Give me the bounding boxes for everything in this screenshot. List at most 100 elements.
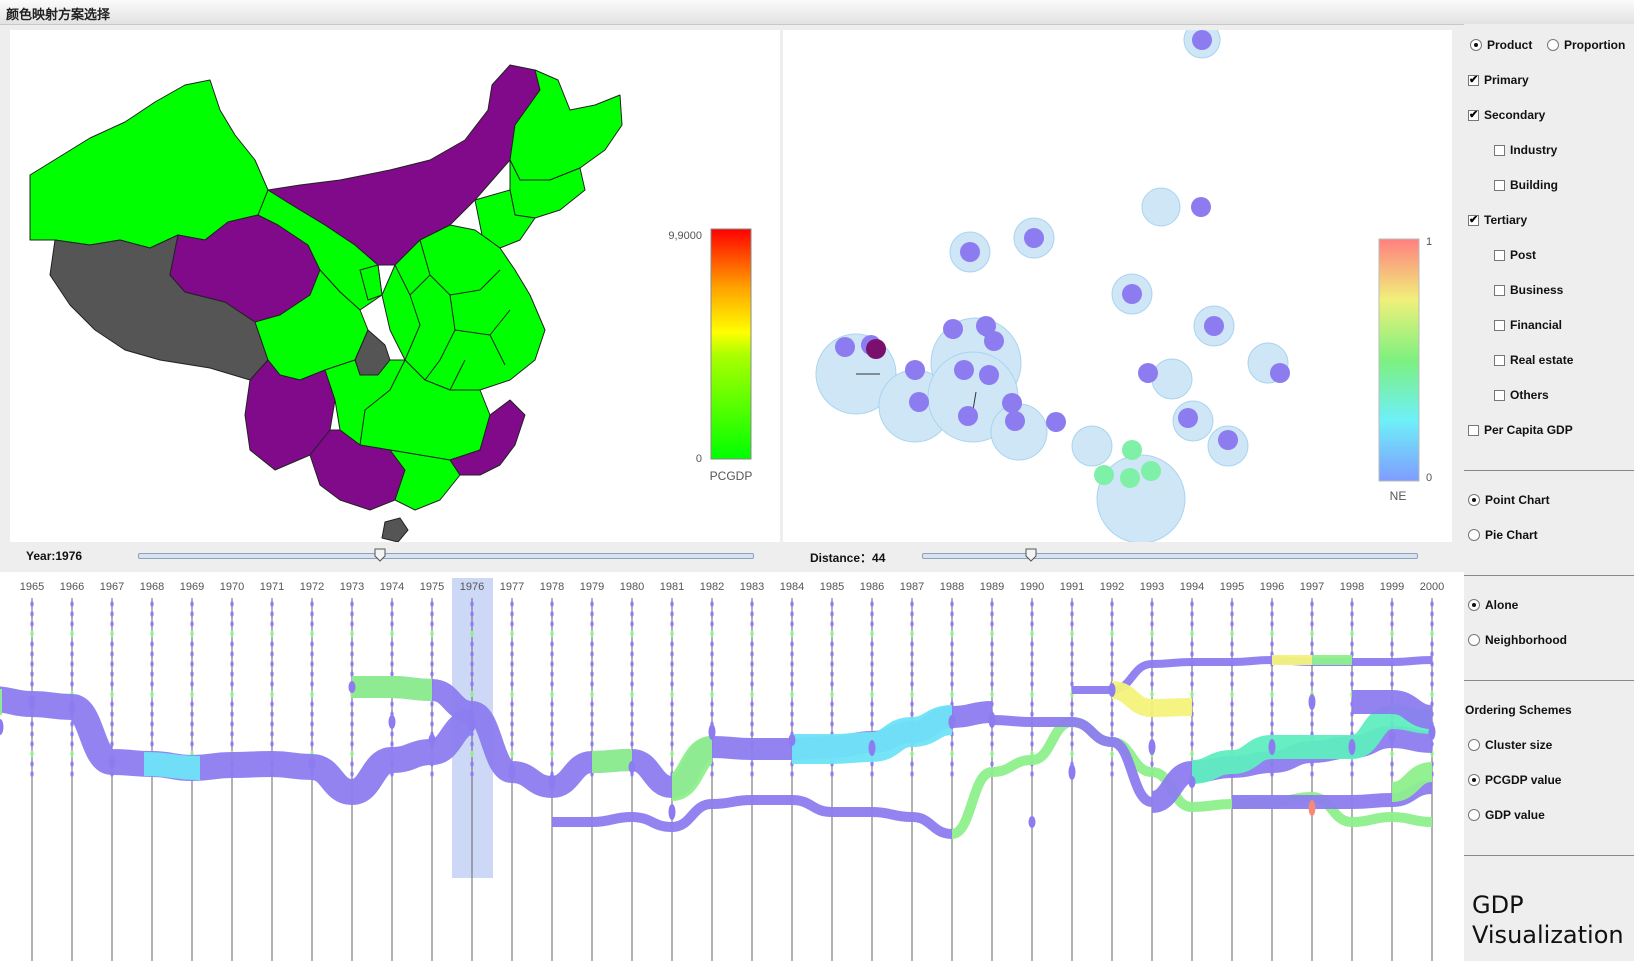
checkbox-business[interactable]: Business	[1494, 283, 1563, 297]
checkbox-per-capita-gdp-box[interactable]	[1468, 424, 1479, 436]
china-map[interactable]: 9,9000 0 PCGDP	[10, 30, 780, 543]
checkbox-post-box[interactable]	[1494, 249, 1505, 261]
cluster-node[interactable]	[308, 758, 316, 770]
cluster-node[interactable]	[1028, 816, 1036, 828]
year-tick-label[interactable]: 1989	[980, 581, 1004, 593]
cluster-point[interactable]	[1005, 411, 1025, 431]
radio-pie-chart[interactable]: Pie Chart	[1468, 528, 1538, 542]
cluster-point[interactable]	[1138, 363, 1158, 383]
year-tick-label[interactable]: 2000	[1420, 581, 1444, 593]
radio-product-indicator[interactable]	[1470, 39, 1482, 51]
checkbox-tertiary-box[interactable]	[1468, 213, 1479, 226]
storyline-band[interactable]	[143, 752, 201, 780]
cluster-node[interactable]	[428, 734, 436, 746]
cluster-point[interactable]	[954, 360, 974, 380]
year-slider-thumb[interactable]	[374, 548, 386, 562]
year-tick-label[interactable]: 1981	[660, 581, 684, 593]
cluster-node[interactable]	[868, 740, 876, 756]
cluster-node[interactable]	[1148, 739, 1156, 755]
storyline-band[interactable]	[669, 736, 715, 801]
cluster-node[interactable]	[348, 681, 356, 693]
radio-point-chart-indicator[interactable]	[1468, 494, 1480, 506]
year-tick-label[interactable]: 1995	[1220, 581, 1244, 593]
year-tick-label[interactable]: 1969	[180, 581, 204, 593]
checkbox-building-box[interactable]	[1494, 179, 1505, 191]
year-tick-label[interactable]: 1972	[300, 581, 324, 593]
cluster-node[interactable]	[1348, 739, 1356, 755]
checkbox-business-box[interactable]	[1494, 284, 1505, 296]
cluster-point[interactable]	[1141, 461, 1161, 481]
cluster-point[interactable]	[1270, 363, 1290, 383]
year-tick-label[interactable]: 1974	[380, 581, 404, 593]
year-tick-label[interactable]: 1990	[1020, 581, 1044, 593]
radio-neighborhood-indicator[interactable]	[1468, 634, 1480, 646]
cluster-point[interactable]	[1120, 468, 1140, 488]
checkbox-primary-box[interactable]	[1468, 73, 1479, 86]
cluster-point[interactable]	[909, 392, 929, 412]
cluster-point[interactable]	[1094, 465, 1114, 485]
cluster-node[interactable]	[668, 804, 676, 820]
checkbox-tertiary[interactable]: Tertiary	[1468, 213, 1527, 227]
cluster-node[interactable]	[628, 761, 636, 773]
storyline-band[interactable]	[591, 749, 633, 773]
year-tick-label[interactable]: 1984	[780, 581, 804, 593]
cluster-node[interactable]	[788, 734, 796, 746]
checkbox-real-estate[interactable]: Real estate	[1494, 353, 1573, 367]
radio-neighborhood[interactable]: Neighborhood	[1468, 633, 1567, 647]
checkbox-secondary-box[interactable]	[1468, 108, 1479, 121]
cluster-node[interactable]	[948, 715, 956, 729]
cluster-node[interactable]	[1108, 683, 1116, 697]
checkbox-building[interactable]: Building	[1494, 178, 1558, 192]
checkbox-industry[interactable]: Industry	[1494, 143, 1557, 157]
distance-slider-thumb[interactable]	[1025, 548, 1037, 562]
year-tick-label[interactable]: 1991	[1060, 581, 1084, 593]
year-tick-label[interactable]: 1973	[340, 581, 364, 593]
checkbox-others[interactable]: Others	[1494, 388, 1549, 402]
cluster-point[interactable]	[984, 331, 1004, 351]
checkbox-primary[interactable]: Primary	[1468, 73, 1529, 87]
storyline-band[interactable]	[351, 676, 433, 701]
projection-scatter[interactable]: 1 0 NE	[783, 21, 1452, 544]
year-tick-label[interactable]: 1999	[1380, 581, 1404, 593]
cluster-node[interactable]	[1068, 764, 1076, 780]
storyline-timeline[interactable]: 6419651966196719681969197019711972197319…	[0, 572, 1464, 961]
radio-proportion-indicator[interactable]	[1547, 39, 1559, 51]
cluster-node[interactable]	[68, 701, 76, 713]
cluster-node[interactable]	[988, 712, 996, 728]
radio-gdp-value-indicator[interactable]	[1468, 809, 1480, 821]
storyline-chart[interactable]: 6419651966196719681969197019711972197319…	[0, 572, 1464, 961]
radio-pcgdp-value-indicator[interactable]	[1468, 774, 1480, 786]
year-tick-label[interactable]: 1978	[540, 581, 564, 593]
year-tick-label[interactable]: 1983	[740, 581, 764, 593]
cluster-point[interactable]	[1192, 30, 1212, 50]
cluster-point[interactable]	[943, 319, 963, 339]
year-tick-label[interactable]: 1968	[140, 581, 164, 593]
checkbox-secondary[interactable]: Secondary	[1468, 108, 1545, 122]
cluster-point[interactable]	[1191, 197, 1211, 217]
radio-cluster-size-indicator[interactable]	[1468, 739, 1480, 751]
cluster-node[interactable]	[388, 715, 396, 729]
year-tick-label[interactable]: 1966	[60, 581, 84, 593]
year-tick-label[interactable]: 1988	[940, 581, 964, 593]
distance-slider[interactable]	[922, 553, 1418, 559]
cluster-point[interactable]	[958, 406, 978, 426]
cluster-node[interactable]	[708, 724, 716, 740]
radio-pie-chart-indicator[interactable]	[1468, 529, 1480, 541]
checkbox-per-capita-gdp[interactable]: Per Capita GDP	[1468, 423, 1573, 437]
cluster-point[interactable]	[1204, 316, 1224, 336]
radio-gdp-value[interactable]: GDP value	[1468, 808, 1545, 822]
cluster-node[interactable]	[0, 719, 4, 735]
radio-alone[interactable]: Alone	[1468, 598, 1518, 612]
radio-product[interactable]: Product	[1470, 38, 1532, 52]
checkbox-financial-box[interactable]	[1494, 319, 1505, 331]
cluster-point[interactable]	[866, 339, 886, 359]
checkbox-real-estate-box[interactable]	[1494, 354, 1505, 366]
year-tick-label[interactable]: 1982	[700, 581, 724, 593]
cluster-node[interactable]	[28, 695, 36, 709]
year-tick-label[interactable]: 1998	[1340, 581, 1364, 593]
cluster-node[interactable]	[1308, 800, 1316, 816]
year-tick-label[interactable]: 1976	[460, 581, 484, 593]
year-tick-label[interactable]: 1994	[1180, 581, 1204, 593]
cluster-point[interactable]	[905, 360, 925, 380]
cluster-node[interactable]	[508, 764, 516, 780]
